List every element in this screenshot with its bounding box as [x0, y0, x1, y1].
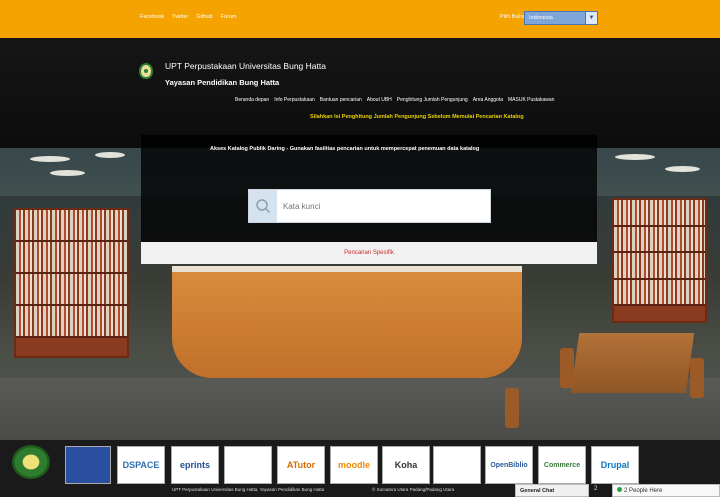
social-links: Facebook Twitter Github Forum	[140, 14, 236, 20]
search-box	[248, 189, 491, 223]
bookshelf-left	[14, 208, 129, 358]
footer-copyright: UPT Perpustakaan Universitas Bung Hatta,…	[172, 487, 325, 492]
main-nav: Beranda depan Info Perpustakaan Bantuan …	[235, 97, 554, 103]
commerce-badge[interactable]: Commerce	[538, 446, 586, 484]
facebook-link[interactable]: Facebook	[140, 14, 164, 20]
language-select[interactable]: Indonesia ▼	[524, 11, 598, 25]
university-logo-icon	[139, 63, 153, 79]
eprints-badge[interactable]: eprints	[171, 446, 219, 484]
top-bar	[0, 0, 720, 38]
chair	[560, 348, 574, 388]
ceiling-light	[615, 154, 655, 160]
github-link[interactable]: Github	[196, 14, 212, 20]
online-status-icon	[617, 487, 622, 492]
atutor-badge[interactable]: ATutor	[277, 446, 325, 484]
footer-badge[interactable]	[224, 446, 272, 484]
circulation-desk	[172, 266, 522, 378]
ceiling-light	[95, 152, 125, 158]
nav-visitor-counter[interactable]: Penghitung Jumlah Pengunjung	[397, 97, 468, 103]
openbiblio-badge[interactable]: OpenBiblio	[485, 446, 533, 484]
general-chat-tab[interactable]: General Chat	[515, 484, 589, 497]
footer-badge[interactable]	[433, 446, 481, 484]
drupal-badge[interactable]: Drupal	[591, 446, 639, 484]
chair	[690, 358, 704, 398]
forum-link[interactable]: Forum	[221, 14, 237, 20]
reading-table	[570, 333, 695, 393]
nav-library-info[interactable]: Info Perpustakaan	[274, 97, 315, 103]
university-seal-icon	[12, 445, 50, 479]
chevron-down-icon: ▼	[585, 12, 597, 24]
keyword-search-input[interactable]	[277, 190, 490, 222]
specific-search-bar: Pencarian Spesifik	[141, 242, 597, 264]
site-header	[0, 38, 720, 148]
dspace-badge[interactable]: DSPACE	[117, 446, 165, 484]
chat-count: 2	[594, 486, 598, 492]
language-select-value: Indonesia	[529, 15, 553, 21]
search-icon	[249, 190, 277, 222]
koha-badge[interactable]: Koha	[382, 446, 430, 484]
nav-librarian-login[interactable]: MASUK Pustakawan	[508, 97, 554, 103]
moodle-badge[interactable]: moodle	[330, 446, 378, 484]
nav-home[interactable]: Beranda depan	[235, 97, 269, 103]
nav-search-help[interactable]: Bantuan pencarian	[320, 97, 362, 103]
twitter-link[interactable]: Twitter	[172, 14, 188, 20]
footer-badge[interactable]	[65, 446, 111, 484]
footer-location: © Sumatera Utara Padang/Padang Utara	[372, 487, 455, 492]
visitor-notice: Silahkan Isi Penghitung Jumlah Pengunjun…	[310, 114, 524, 120]
specific-search-link[interactable]: Pencarian Spesifik	[344, 250, 394, 256]
search-intro: Akses Katalog Publik Daring - Gunakan fa…	[210, 146, 480, 152]
nav-about[interactable]: About UBH	[367, 97, 392, 103]
bookshelf-right	[612, 198, 707, 323]
ceiling-light	[30, 156, 70, 162]
ceiling-light	[50, 170, 85, 176]
ceiling-light	[665, 166, 700, 172]
foundation-name: Yayasan Pendidikan Bung Hatta	[165, 78, 280, 87]
chat-people-indicator[interactable]: 2 People Here	[612, 484, 720, 497]
nav-member-area[interactable]: Area Anggota	[473, 97, 503, 103]
chair	[505, 388, 519, 428]
institution-name: UPT Perpustakaan Universitas Bung Hatta	[165, 61, 326, 71]
